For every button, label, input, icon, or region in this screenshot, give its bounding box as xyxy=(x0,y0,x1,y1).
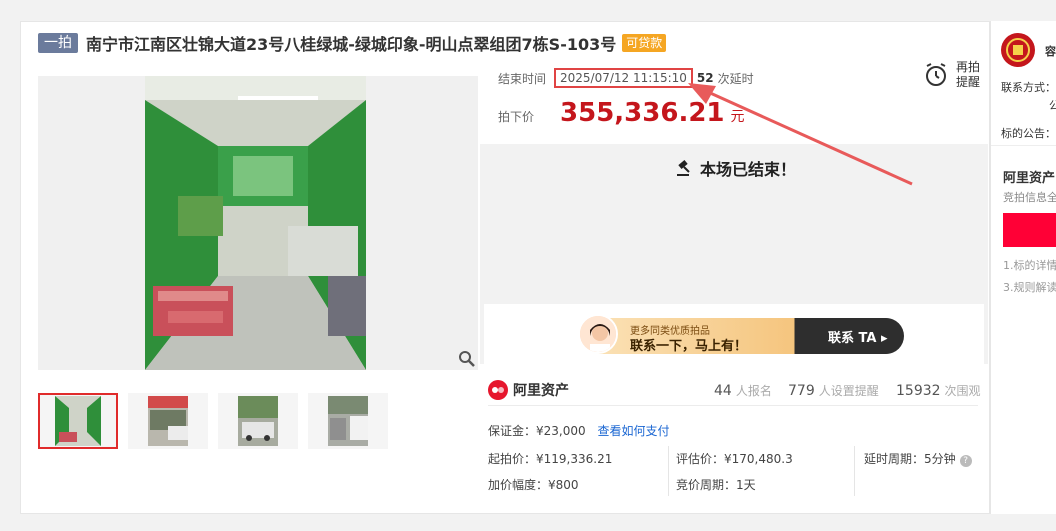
thumbnail-1-image xyxy=(55,396,101,446)
help-icon[interactable]: ? xyxy=(959,455,972,467)
store-photo-image xyxy=(38,76,478,370)
delay-period-row: 延时周期：5分钟? xyxy=(864,450,972,467)
delay-count: 52 xyxy=(696,71,714,85)
deposit-value: 保证金：¥23,000 xyxy=(488,424,586,438)
views-label: 次围观 xyxy=(944,384,981,398)
thumbnail-4[interactable] xyxy=(308,393,388,449)
contact-ta-button[interactable]: 联系 TA ▸ xyxy=(828,327,888,346)
thumbnail-3[interactable] xyxy=(218,393,298,449)
divider xyxy=(668,446,669,496)
tip-item-3[interactable]: 3.规则解读 xyxy=(1003,279,1056,295)
agent-avatar-image xyxy=(580,316,616,352)
final-price: 355,336.21 xyxy=(560,98,725,128)
divider xyxy=(854,446,855,496)
price-row: 拍下价 355,336.21 元 xyxy=(498,98,745,128)
org-name: 容 xyxy=(1045,45,1056,58)
ali-assets-logo: 阿里资产 xyxy=(488,380,569,400)
divider xyxy=(991,145,1056,146)
right-side-panel: 容 联系方式： 公 标的公告： 阿里资产 竞拍信息全 1.标的详情 3.规则解读 xyxy=(990,21,1056,514)
thumbnail-strip xyxy=(38,393,398,449)
contact-ta-label: 联系 TA xyxy=(828,331,877,346)
ali-logo-mark xyxy=(492,387,504,393)
agent-avatar xyxy=(578,314,618,354)
signup-count: 44 xyxy=(714,383,732,399)
contact-banner-pill[interactable]: 更多同类优质拍品 联系一下，马上有！ 联系 TA ▸ xyxy=(578,314,904,354)
notice-label[interactable]: 标的公告： xyxy=(1001,125,1056,141)
contact-banner: 更多同类优质拍品 联系一下，马上有！ 联系 TA ▸ xyxy=(484,304,984,364)
how-to-pay-link[interactable]: 查看如何支付 xyxy=(597,424,669,438)
contact-continued: 公 xyxy=(1049,97,1056,113)
bid-info-label: 竞拍信息全 xyxy=(1003,191,1056,204)
reminder-count: 779 xyxy=(788,383,815,399)
primary-action-button[interactable] xyxy=(1003,213,1056,247)
auction-round-tag: 一拍 xyxy=(38,33,78,53)
ali-logo-icon xyxy=(488,380,508,400)
thumbnail-1[interactable] xyxy=(38,393,118,449)
auction-ended-message: 本场已结束！ xyxy=(676,156,796,180)
zoom-icon[interactable] xyxy=(458,350,476,368)
deposit-row: 保证金：¥23,000 查看如何支付 xyxy=(488,422,669,439)
banner-headline: 联系一下，马上有！ xyxy=(630,339,748,354)
court-emblem-image xyxy=(1002,34,1034,66)
title-row: 一拍 南宁市江南区壮锦大道23号八桂绿城-绿城印象-明山点翠组团7栋S-103号… xyxy=(38,31,667,55)
bid-period: 竞价周期：1天 xyxy=(676,478,756,492)
reminder-stat: 779 人设置提醒 xyxy=(788,382,879,399)
alarm-clock-icon xyxy=(926,63,946,86)
reminder-line-2: 提醒 xyxy=(956,75,981,89)
reminder-text: 再拍 提醒 xyxy=(956,60,980,90)
contact-label: 联系方式： xyxy=(1001,81,1056,94)
thumbnail-2[interactable] xyxy=(128,393,208,449)
listing-title: 南宁市江南区壮锦大道23号八桂绿城-绿城印象-明山点翠组团7栋S-103号 xyxy=(86,35,617,54)
price-unit: 元 xyxy=(730,109,745,125)
bid-increment: 加价幅度：¥800 xyxy=(488,478,579,492)
reauction-reminder[interactable]: 再拍 提醒 xyxy=(924,60,980,90)
reminder-stat-label: 人设置提醒 xyxy=(818,384,879,398)
brand-label: 阿里资产 xyxy=(1003,171,1056,186)
reminder-line-1: 再拍 xyxy=(956,60,981,74)
end-time-label: 结束时间 xyxy=(498,71,547,86)
start-price: 起拍价：¥119,336.21 xyxy=(488,452,613,466)
price-label: 拍下价 xyxy=(498,110,535,124)
auction-ended-text: 本场已结束！ xyxy=(700,160,797,179)
main-photo[interactable] xyxy=(38,76,478,370)
views-count: 15932 xyxy=(896,383,941,399)
gavel-icon xyxy=(677,160,690,176)
thumbnail-2-image xyxy=(148,396,188,446)
auction-ended-panel: 本场已结束！ 更多同类优质拍品 联系一下，马上有！ 联系 TA ▸ xyxy=(480,144,988,364)
signup-label: 人报名 xyxy=(735,384,772,398)
delay-label: 次延时 xyxy=(717,71,754,86)
views-stat: 15932 次围观 xyxy=(896,382,981,399)
caret-right-icon: ▸ xyxy=(880,331,888,346)
delay-period: 延时周期：5分钟 xyxy=(864,452,956,466)
tip-item-1[interactable]: 1.标的详情 xyxy=(1003,257,1056,273)
appraisal-price: 评估价：¥170,480.3 xyxy=(676,452,793,466)
thumbnail-3-image xyxy=(238,396,278,446)
signup-stat: 44 人报名 xyxy=(714,382,772,399)
ali-assets-text: 阿里资产 xyxy=(513,383,569,399)
thumbnail-4-image xyxy=(328,396,368,446)
end-time-row: 结束时间 2025/07/12 11:15:10 52 次延时 xyxy=(498,68,754,88)
loan-badge: 可贷款 xyxy=(622,34,667,52)
court-emblem-icon xyxy=(1001,33,1035,67)
end-time-value: 2025/07/12 11:15:10 xyxy=(554,68,693,88)
stats-row: 阿里资产 44 人报名 779 人设置提醒 15932 次围观 xyxy=(488,378,981,406)
page: 一拍 南宁市江南区壮锦大道23号八桂绿城-绿城印象-明山点翠组团7栋S-103号… xyxy=(0,0,1056,531)
